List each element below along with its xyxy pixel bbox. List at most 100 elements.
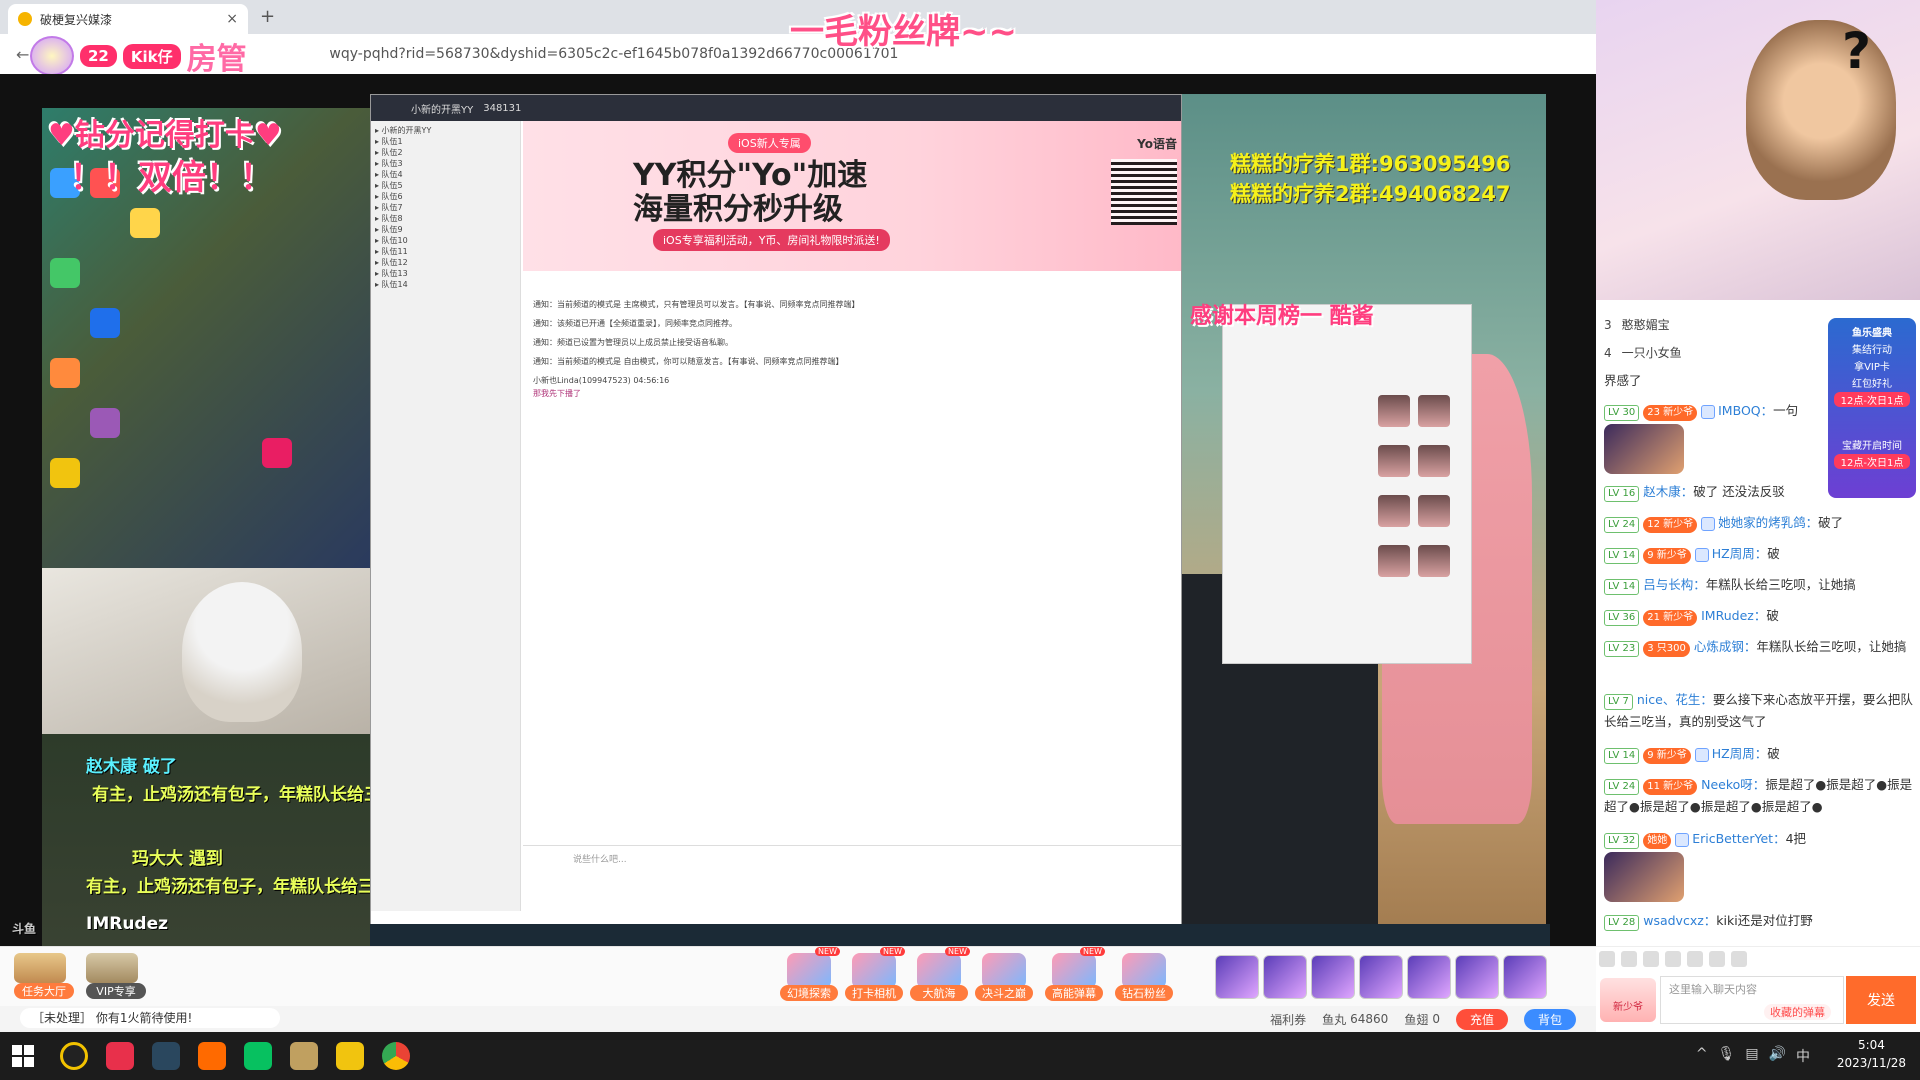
chat-text: 4把 xyxy=(1785,831,1807,846)
filter-thumb xyxy=(1418,395,1450,427)
gift-item[interactable] xyxy=(1311,955,1355,999)
level-crest-icon xyxy=(30,36,74,76)
new-badge: NEW xyxy=(880,947,905,956)
chat-username[interactable]: 吕与长构： xyxy=(1643,577,1706,592)
gift-item[interactable] xyxy=(1455,955,1499,999)
gift-checkin-camera[interactable]: NEW 打卡相机 xyxy=(845,947,905,1001)
gift-duel-peak[interactable]: 决斗之巅 xyxy=(975,953,1033,1001)
yy-input[interactable]: 说些什么吧... xyxy=(523,845,1181,905)
chrome-icon[interactable] xyxy=(382,1042,410,1070)
user-level: LV 14 xyxy=(1604,748,1640,764)
yy-channel-name: 小新的开黑YY xyxy=(411,104,474,116)
user-tag-icon xyxy=(1701,404,1716,419)
chat-text: 破了 xyxy=(1818,515,1844,530)
monkey-face xyxy=(1746,20,1896,200)
fan-icon[interactable] xyxy=(1665,951,1681,967)
gift-item[interactable] xyxy=(1215,955,1259,999)
chat-username[interactable]: HZ周周： xyxy=(1712,546,1767,561)
browser-tab[interactable]: 破梗复兴媒漆 × xyxy=(8,4,248,34)
tab-close-icon[interactable]: × xyxy=(226,11,238,27)
yy-voice-icon[interactable] xyxy=(336,1042,364,1070)
chat-list: 界感了 LV 30 23 新少爷 IMBOQ：一句 LV 16 赵木康：破了 还没法反… xyxy=(1596,366,1920,936)
vip-button[interactable]: VIP专享 xyxy=(86,953,146,999)
emoji-icon[interactable] xyxy=(1599,951,1615,967)
windows-start-icon[interactable] xyxy=(12,1045,34,1067)
newbie-badge[interactable]: 新少爷 xyxy=(1600,978,1656,1022)
streamer-head xyxy=(182,582,302,722)
steam-icon[interactable] xyxy=(152,1042,180,1070)
network-icon[interactable]: ▤ xyxy=(1745,1046,1758,1066)
gift-fantasy-explore[interactable]: NEW 幻境探索 xyxy=(780,947,840,1001)
chat-message: LV 32 她她 EricBetterYet：4把 xyxy=(1604,828,1914,850)
obs-icon[interactable] xyxy=(60,1042,88,1070)
clock-date: 2023/11/28 xyxy=(1836,1056,1906,1070)
filter-thumb xyxy=(1378,445,1410,477)
gift-item[interactable] xyxy=(1263,955,1307,999)
barrage-icon[interactable] xyxy=(1709,951,1725,967)
gift-icon[interactable] xyxy=(1643,951,1659,967)
chat-username[interactable]: wsadvcxz： xyxy=(1643,913,1716,928)
gift-diamond-fan[interactable]: 钻石粉丝 xyxy=(1115,953,1173,1001)
send-button[interactable]: 发送 xyxy=(1846,976,1916,1024)
user-tag-icon xyxy=(1701,516,1716,531)
gift-item[interactable] xyxy=(1503,955,1547,999)
chat-username[interactable]: HZ周周： xyxy=(1712,746,1767,761)
chat-username[interactable]: 心炼成钢： xyxy=(1694,639,1757,654)
rocket-tip[interactable]: ［未处理］ 你有1火箭待使用! xyxy=(20,1008,280,1028)
chat-username[interactable]: 赵木康： xyxy=(1643,484,1693,499)
task-hall-button[interactable]: 任务大厅 xyxy=(14,953,74,999)
gift-icon xyxy=(982,953,1026,989)
overlay-watermark: 斗鱼 xyxy=(12,922,37,936)
rank-row[interactable]: 3 憨憨媚宝 xyxy=(1604,316,1670,333)
wechat-icon[interactable] xyxy=(244,1042,272,1070)
chat-text: 年糕队长给三吃呗，让她搞 xyxy=(1756,639,1907,654)
fan-badge: 21 新少爷 xyxy=(1643,610,1698,626)
system-clock[interactable]: 5:04 2023/11/28 xyxy=(1837,1036,1906,1072)
chat-username[interactable]: EricBetterYet： xyxy=(1692,831,1785,846)
horn-icon[interactable] xyxy=(1621,951,1637,967)
volume-icon[interactable]: 🔊 xyxy=(1769,1046,1786,1066)
stream-video[interactable]: ♥钻分记得打卡♥ ！！双倍！！ 赵木康 破了 有主，止鸡汤还有包子，年糕队长给三… xyxy=(0,74,1596,946)
yy-notice: 通知：当前频道的模式是 自由模式，你可以随意发言。【有事说、同频率竞点同推荐端】 xyxy=(533,357,844,366)
chat-message: LV 14 9 新少爷 HZ周周：破 xyxy=(1604,743,1914,765)
gift-label: 幻境探索 xyxy=(780,985,838,1001)
rank-row[interactable]: 4 一只小女鱼 xyxy=(1604,344,1682,361)
new-tab-button[interactable]: + xyxy=(260,6,275,27)
chat-username[interactable]: IMBOQ： xyxy=(1718,403,1773,418)
recharge-button[interactable]: 充值 xyxy=(1455,1008,1508,1030)
high-energy-icon[interactable] xyxy=(1731,951,1747,967)
gift-bar: 任务大厅 VIP专享 NEW 幻境探索 NEW 打卡相机 NEW 大航海 决斗之… xyxy=(0,946,1596,1006)
chat-message: LV 24 11 新少爷 Neeko呀：振是超了●振是超了●振是超了●振是超了●振是… xyxy=(1604,774,1914,818)
douyu-icon[interactable] xyxy=(198,1042,226,1070)
chat-message: LV 28 wsadvcxz：kiki还是对位打野 xyxy=(1604,910,1914,932)
yy-promo-banner[interactable]: iOS新人专属 YY积分"Yo"加速 海量积分秒升级 iOS专享福利活动，Y币、… xyxy=(523,121,1181,271)
chat-username[interactable]: nice、花生： xyxy=(1637,692,1713,707)
chat-username[interactable]: IMRudez： xyxy=(1701,608,1766,623)
back-arrow-icon[interactable]: ← xyxy=(16,45,29,64)
gift-high-energy[interactable]: NEW 高能弹幕 xyxy=(1045,947,1105,1001)
overlay-line: IMRudez xyxy=(86,914,169,934)
ime-indicator[interactable]: 中 xyxy=(1796,1046,1810,1066)
netease-music-icon[interactable] xyxy=(106,1042,134,1070)
gift-voyage[interactable]: NEW 大航海 xyxy=(910,947,970,1001)
card-icon[interactable] xyxy=(1687,951,1703,967)
user-tag-icon xyxy=(1675,832,1690,847)
chevron-up-icon[interactable]: ^ xyxy=(1696,1046,1708,1066)
qq-group-2: 糕糕的疗养2群:494068247 xyxy=(1230,182,1511,206)
game-launcher-icon[interactable] xyxy=(290,1042,318,1070)
fan-badge-overlay-title: 一毛粉丝牌~~ xyxy=(790,12,1017,52)
chat-username[interactable]: Neeko呀： xyxy=(1701,777,1765,792)
qq-group-1: 糕糕的疗养1群:963095496 xyxy=(1230,152,1511,176)
backpack-button[interactable]: 背包 xyxy=(1523,1008,1576,1030)
gift-item[interactable] xyxy=(1359,955,1403,999)
chat-message: LV 23 3 只300 心炼成钢：年糕队长给三吃呗，让她搞 xyxy=(1604,636,1914,658)
chat-username[interactable]: 她她家的烤乳鸽： xyxy=(1718,515,1818,530)
banner-title-line: 海量积分秒升级 xyxy=(633,192,843,227)
collected-barrage-button[interactable]: 收藏的弹幕 xyxy=(1764,1004,1831,1020)
rank-name: 憨憨媚宝 xyxy=(1621,318,1670,332)
gift-item[interactable] xyxy=(1407,955,1451,999)
yuwan-label: 鱼丸 xyxy=(1322,1012,1347,1027)
welfare-link[interactable]: 福利券 xyxy=(1270,1011,1306,1028)
banner-title-line: YY积分"Yo"加速 xyxy=(633,158,868,193)
microphone-icon[interactable]: 🎙 xyxy=(1718,1046,1736,1066)
